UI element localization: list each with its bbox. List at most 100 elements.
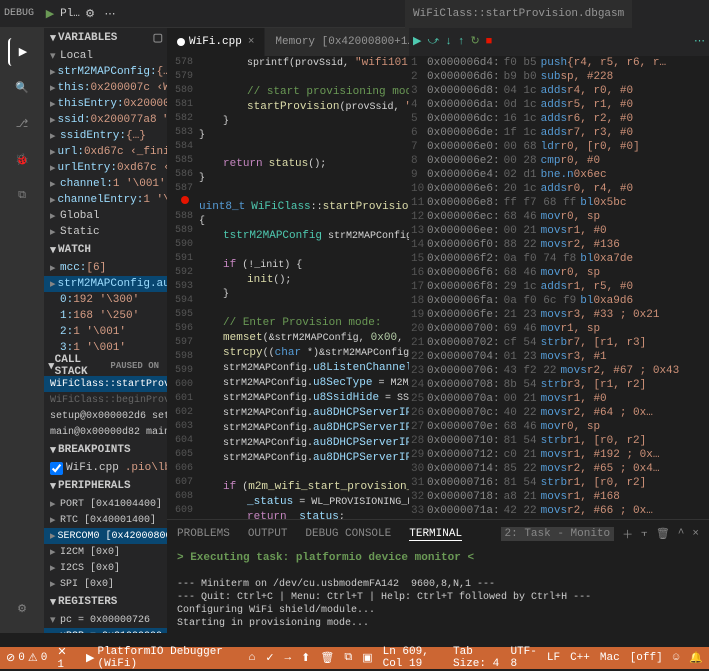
status-tabsize[interactable]: Tab Size: 4 — [453, 646, 500, 670]
peripheral-row[interactable]: ▸SERCOM0 [0x42000800… — [44, 528, 167, 544]
settings-icon[interactable]: ⚙ — [8, 595, 36, 623]
terminal-body[interactable]: > Executing task: platformio device moni… — [167, 548, 709, 634]
breakpoints-header[interactable]: ▾BREAKPOINTS — [44, 440, 167, 460]
tab-problems[interactable]: PROBLEMS — [177, 528, 230, 540]
trash-icon[interactable]: 🗑 — [656, 527, 670, 541]
scope-global[interactable]: ▸Global — [44, 208, 167, 224]
more-icon[interactable]: ⋯ — [102, 6, 118, 22]
asm-row: 330x0000071a:42 22 movs r2, #66 ; 0x… — [409, 504, 709, 518]
continue-icon[interactable]: ▶ — [42, 6, 58, 22]
variable-row[interactable]: ▸urlEntry: 0xd67c ‹_fin… — [44, 160, 167, 176]
callstack-row[interactable]: setup@0x000002d6 setup… — [44, 408, 167, 424]
callstack-row[interactable]: WiFiClass::beginProvision@… — [44, 392, 167, 408]
status-x[interactable]: ✕ 1 — [57, 645, 76, 671]
tab-debug-console[interactable]: DEBUG CONSOLE — [305, 528, 391, 540]
check-icon[interactable]: ✓ — [265, 651, 274, 665]
peripheral-row[interactable]: ▸I2CM [0x0] — [44, 544, 167, 560]
tab-terminal[interactable]: TERMINAL — [409, 528, 462, 541]
status-off[interactable]: [off] — [630, 646, 663, 670]
more-icon[interactable]: ⋯ — [694, 35, 705, 49]
scm-icon[interactable]: ⎇ — [8, 110, 36, 138]
registers-header[interactable]: ▾REGISTERS — [44, 592, 167, 612]
watch-row[interactable]: 2: 1 '\001' — [44, 324, 167, 340]
asm-row: 30x000006d8:04 1c adds r4, r0, #0 — [409, 84, 709, 98]
line-gutter: 578 579 580 581 582 583 584 585 586 587 … — [167, 56, 199, 538]
watch-row[interactable]: ▸strM2MAPConfig.au8DHCPServ… — [44, 276, 167, 292]
feedback-icon[interactable]: ☺ — [673, 646, 680, 670]
status-eol[interactable]: LF — [547, 646, 560, 670]
callstack-header[interactable]: ▾CALL STACK PAUSED ON ST… — [44, 356, 167, 376]
callstack-row[interactable]: main@0x00000d82 main.d… — [44, 424, 167, 440]
bell-icon[interactable]: 🔔 — [689, 646, 703, 670]
tab-asm[interactable]: WiFiClass::startProvision.dbgasm — [405, 0, 633, 28]
variable-row[interactable]: ▸this: 0x200007c ‹WiFi› — [44, 80, 167, 96]
upload-icon[interactable]: ⬆ — [301, 651, 310, 665]
status-encoding[interactable]: UTF-8 — [510, 646, 536, 670]
asm-row: 50x000006dc:16 1c adds r6, r2, #0 — [409, 112, 709, 126]
status-debugger[interactable]: ▶ PlatformIO Debugger (WiFi) — [86, 646, 239, 670]
peripheral-row[interactable]: ▸I2CS [0x0] — [44, 560, 167, 576]
close-panel-icon[interactable]: × — [692, 528, 699, 540]
tab-wifi-cpp[interactable]: WiFi.cpp× — [167, 28, 265, 56]
register-row[interactable]: ▾pc = 0x00000726 — [44, 612, 167, 628]
terminal-tabs: PROBLEMS OUTPUT DEBUG CONSOLE TERMINAL 2… — [167, 520, 709, 548]
debug-label: DEBUG — [4, 8, 34, 19]
terminal-picker[interactable]: 2: Task - Monito — [501, 527, 615, 541]
continue-icon[interactable]: ▶ — [413, 35, 421, 49]
step-over-icon[interactable]: ⤻ — [427, 35, 439, 49]
trash2-icon[interactable]: 🗑 — [320, 651, 334, 665]
status-position[interactable]: Ln 609, Col 19 — [383, 646, 443, 670]
home-icon[interactable]: ⌂ — [249, 652, 256, 664]
run-debug-icon[interactable]: ▶ — [8, 38, 36, 66]
variable-row[interactable]: ▸thisEntry: 0x200007c0 … — [44, 96, 167, 112]
arrow-icon[interactable]: → — [285, 652, 292, 664]
variables-header[interactable]: ▾VARIABLES▢ — [44, 28, 167, 48]
variable-row[interactable]: ▸ssid: 0x200077a8 "AA… — [44, 112, 167, 128]
term-icon[interactable]: ▣ — [362, 651, 372, 665]
variable-row[interactable]: ▸channelEntry: 1 '\001' — [44, 192, 167, 208]
split-terminal-icon[interactable]: ⫟ — [641, 528, 648, 540]
debug-bug-icon[interactable]: 🐞 — [8, 146, 36, 174]
variable-row[interactable]: ▸ssidEntry: {…} — [44, 128, 167, 144]
serial-icon[interactable]: ⧉ — [344, 652, 352, 664]
stop-icon[interactable]: ■ — [486, 35, 493, 49]
variable-row[interactable]: ▸url: 0xd67c ‹_fini+752›… — [44, 144, 167, 160]
step-out-icon[interactable]: ↑ — [458, 35, 465, 49]
config-picker[interactable]: Pl… — [62, 6, 78, 22]
variable-row[interactable]: ▸strM2MAPConfig: {…} — [44, 64, 167, 80]
tab-output[interactable]: OUTPUT — [248, 528, 288, 540]
status-mac[interactable]: Mac — [600, 646, 620, 670]
extensions-icon[interactable]: ⧉ — [8, 182, 36, 210]
register-row[interactable]: ▾xPSR = 0x21000000 — [44, 628, 167, 633]
peripheral-row[interactable]: ▸PORT [0x41004400] — [44, 496, 167, 512]
gear-icon[interactable]: ⚙ — [82, 6, 98, 22]
variable-row[interactable]: ▸channel: 1 '\001' — [44, 176, 167, 192]
watch-header[interactable]: ▾WATCH — [44, 240, 167, 260]
asm-row: 60x000006de:1f 1c adds r7, r3, #0 — [409, 126, 709, 140]
restart-icon[interactable]: ↻ — [470, 35, 479, 49]
close-icon[interactable]: × — [248, 36, 255, 48]
callstack-row[interactable]: WiFiClass::startProvision@… — [44, 376, 167, 392]
watch-row[interactable]: ▸mcc: [6] — [44, 260, 167, 276]
asm-row: 300x00000714:85 22 movs r2, #65 ; 0x4… — [409, 462, 709, 476]
breakpoint-checkbox[interactable] — [50, 462, 63, 475]
breakpoint-row[interactable]: WiFi.cpp .pio\lb… 588 — [44, 460, 167, 476]
step-into-icon[interactable]: ↓ — [445, 35, 452, 49]
scope-local[interactable]: ▾Local — [44, 48, 167, 64]
new-terminal-icon[interactable]: ＋ — [622, 526, 633, 542]
scope-static[interactable]: ▸Static — [44, 224, 167, 240]
watch-row[interactable]: 0: 192 '\300' — [44, 292, 167, 308]
asm-row: 200x00000700:69 46 mov r1, sp — [409, 322, 709, 336]
tab-memory[interactable]: Memory [0x42000800+1… — [265, 28, 425, 56]
peripheral-row[interactable]: ▸SPI [0x0] — [44, 576, 167, 592]
status-language[interactable]: C++ — [570, 646, 590, 670]
status-errors[interactable]: ⊘ 0 ⚠ 0 — [6, 651, 47, 665]
watch-row[interactable]: 1: 168 '\250' — [44, 308, 167, 324]
asm-row: 120x000006ec:68 46 mov r0, sp — [409, 210, 709, 224]
maximize-icon[interactable]: ^ — [678, 528, 685, 540]
asm-row: 110x000006e8:ff f7 68 ff bl 0x5bc — [409, 196, 709, 210]
search-icon[interactable]: 🔍 — [8, 74, 36, 102]
peripherals-header[interactable]: ▾PERIPHERALS — [44, 476, 167, 496]
asm-row: 80x000006e2:00 28 cmp r0, #0 — [409, 154, 709, 168]
peripheral-row[interactable]: ▸RTC [0x40001400] — [44, 512, 167, 528]
